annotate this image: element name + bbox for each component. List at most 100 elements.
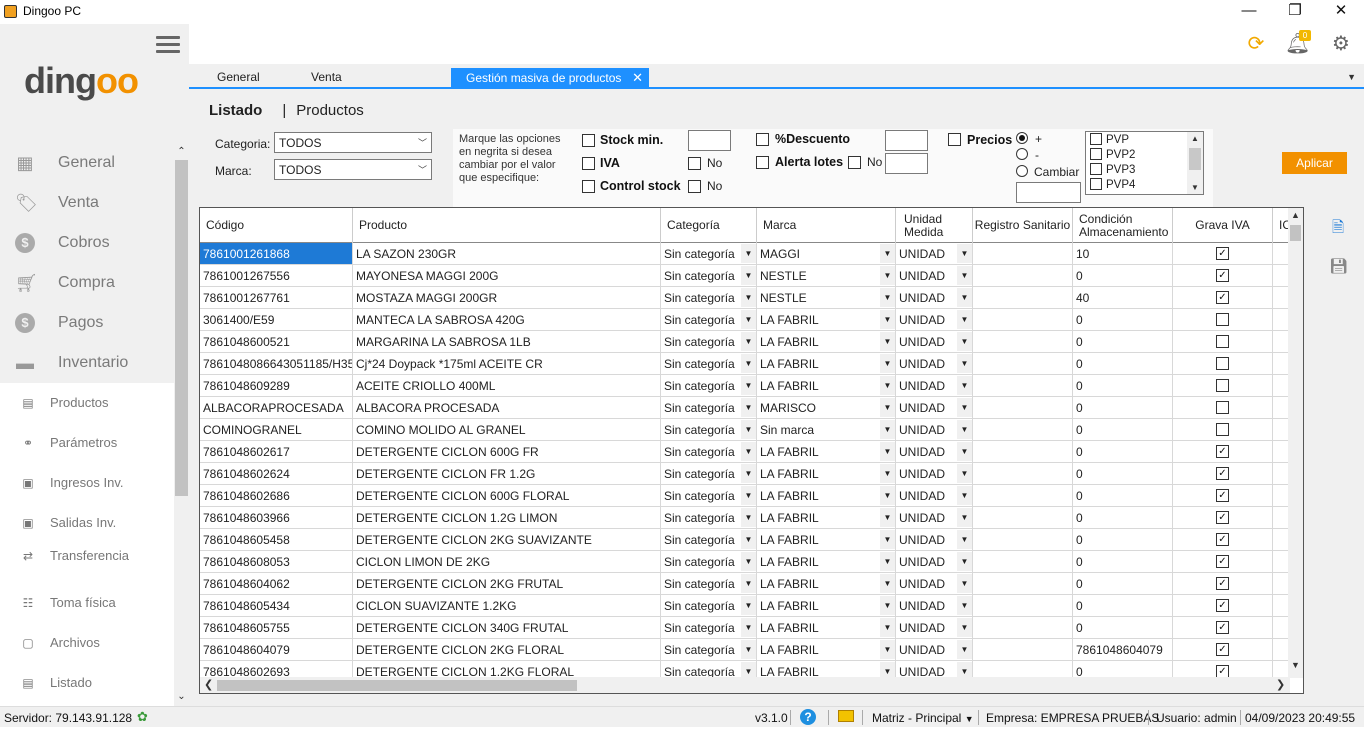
alerta-no-checkbox[interactable] (848, 156, 861, 169)
scroll-up-icon[interactable]: ▲ (1288, 210, 1303, 220)
cell-condicion[interactable]: 7861048604079 (1073, 639, 1173, 661)
cell-condicion[interactable]: 0 (1073, 265, 1173, 287)
cell-condicion[interactable]: 0 (1073, 463, 1173, 485)
cell-condicion[interactable]: 0 (1073, 661, 1173, 677)
save-icon[interactable]: 💾︎ (1329, 258, 1348, 276)
minimize-button[interactable]: — (1226, 0, 1272, 24)
dropdown-arrow-icon[interactable]: ▼ (741, 310, 756, 329)
dropdown-arrow-icon[interactable]: ▼ (957, 662, 972, 677)
dropdown-arrow-icon[interactable]: ▼ (741, 332, 756, 351)
pvp-list-item[interactable]: PVP3 (1090, 163, 1135, 178)
radio-cambiar[interactable] (1016, 165, 1028, 177)
cell-registro[interactable] (973, 309, 1073, 331)
dropdown-arrow-icon[interactable]: ▼ (880, 266, 895, 285)
stock-min-checkbox[interactable] (582, 134, 595, 147)
cell-producto[interactable]: DETERGENTE CICLON 1.2G LIMON (353, 507, 661, 529)
descuento-input[interactable] (885, 130, 928, 151)
dropdown-arrow-icon[interactable]: ▼ (880, 244, 895, 263)
sidebar-subitem-7[interactable]: ▤ Listado (0, 666, 174, 700)
cell-unidad[interactable]: UNIDAD ▼ (896, 529, 973, 551)
cell-registro[interactable] (973, 617, 1073, 639)
cell-marca[interactable]: LA FABRIL ▼ (757, 573, 896, 595)
cell-condicion[interactable]: 0 (1073, 551, 1173, 573)
grava-iva-checkbox[interactable]: ✓ (1216, 643, 1229, 656)
sidebar-item-venta[interactable]: 🏷︎ Venta (0, 183, 174, 223)
cell-categoria[interactable]: Sin categoría ▼ (661, 265, 757, 287)
cell-categoria[interactable]: Sin categoría ▼ (661, 617, 757, 639)
table-row[interactable]: COMINOGRANEL COMINO MOLIDO AL GRANEL Sin c… (200, 419, 1290, 441)
dropdown-arrow-icon[interactable]: ▼ (957, 310, 972, 329)
table-row[interactable]: 7861048086643051185/H35 Cj*24 Doypack *17… (200, 353, 1290, 375)
dropdown-arrow-icon[interactable]: ▼ (880, 442, 895, 461)
cell-producto[interactable]: DETERGENTE CICLON 600G FLORAL (353, 485, 661, 507)
close-button[interactable]: ✕ (1318, 0, 1364, 24)
cell-producto[interactable]: MAYONESA MAGGI 200G (353, 265, 661, 287)
cell-codigo[interactable]: 7861048602693 (200, 661, 353, 677)
cell-codigo[interactable]: ALBACORAPROCESADA (200, 397, 353, 419)
cell-producto[interactable]: ACEITE CRIOLLO 400ML (353, 375, 661, 397)
column-header[interactable]: Condición Almacenamiento (1073, 208, 1173, 243)
dropdown-arrow-icon[interactable]: ▼ (880, 574, 895, 593)
cell-unidad[interactable]: UNIDAD ▼ (896, 507, 973, 529)
scroll-thumb[interactable] (175, 160, 188, 496)
grava-iva-checkbox[interactable] (1216, 423, 1229, 436)
cell-registro[interactable] (973, 419, 1073, 441)
cell-unidad[interactable]: UNIDAD ▼ (896, 485, 973, 507)
cell-categoria[interactable]: Sin categoría ▼ (661, 419, 757, 441)
cell-condicion[interactable]: 0 (1073, 419, 1173, 441)
dropdown-arrow-icon[interactable]: ▼ (880, 398, 895, 417)
cell-categoria[interactable]: Sin categoría ▼ (661, 507, 757, 529)
cell-codigo[interactable]: 7861048605755 (200, 617, 353, 639)
dropdown-arrow-icon[interactable]: ▼ (741, 596, 756, 615)
cell-categoria[interactable]: Sin categoría ▼ (661, 243, 757, 265)
sidebar-item-pagos[interactable]: $ Pagos (0, 303, 174, 343)
dropdown-arrow-icon[interactable]: ▼ (880, 288, 895, 307)
dropdown-arrow-icon[interactable]: ▼ (880, 420, 895, 439)
sidebar-subitem-6[interactable]: ▢ Archivos (0, 626, 174, 660)
scroll-up-icon[interactable]: ⌃ (174, 146, 189, 157)
dropdown-arrow-icon[interactable]: ▼ (741, 552, 756, 571)
grava-iva-checkbox[interactable] (1216, 357, 1229, 370)
cell-marca[interactable]: LA FABRIL ▼ (757, 551, 896, 573)
dropdown-arrow-icon[interactable]: ▼ (741, 420, 756, 439)
table-row[interactable]: ALBACORAPROCESADA ALBACORA PROCESADA Sin c… (200, 397, 1290, 419)
precio-input[interactable] (1016, 182, 1081, 203)
dropdown-arrow-icon[interactable]: ▼ (880, 310, 895, 329)
cell-codigo[interactable]: 7861001267556 (200, 265, 353, 287)
cell-codigo[interactable]: 7861048602617 (200, 441, 353, 463)
grava-iva-checkbox[interactable]: ✓ (1216, 621, 1229, 634)
dropdown-arrow-icon[interactable]: ▼ (957, 244, 972, 263)
cell-marca[interactable]: MARISCO ▼ (757, 397, 896, 419)
cell-producto[interactable]: DETERGENTE CICLON FR 1.2G (353, 463, 661, 485)
dropdown-arrow-icon[interactable]: ▼ (957, 596, 972, 615)
cell-codigo[interactable]: 7861048608053 (200, 551, 353, 573)
grid-horizontal-scrollbar[interactable]: ❮ ❯ (200, 677, 1290, 693)
sidebar-item-cobros[interactable]: $ Cobros (0, 223, 174, 263)
cell-condicion[interactable]: 0 (1073, 331, 1173, 353)
grava-iva-checkbox[interactable]: ✓ (1216, 247, 1229, 260)
cell-producto[interactable]: DETERGENTE CICLON 600G FR (353, 441, 661, 463)
dropdown-arrow-icon[interactable]: ▼ (741, 398, 756, 417)
table-row[interactable]: 7861048603966 DETERGENTE CICLON 1.2G LIMO… (200, 507, 1290, 529)
maximize-button[interactable]: ❐ (1272, 0, 1318, 24)
grava-iva-checkbox[interactable]: ✓ (1216, 445, 1229, 458)
sidebar-subitem-4[interactable]: ⇄ Transferencia (0, 539, 174, 573)
column-header[interactable]: Código (200, 208, 353, 243)
cell-producto[interactable]: DETERGENTE CICLON 2KG FLORAL (353, 639, 661, 661)
dropdown-arrow-icon[interactable]: ▼ (880, 354, 895, 373)
sidebar-item-general[interactable]: ▦ General (0, 143, 174, 183)
new-document-icon[interactable]: 🗎 (1329, 219, 1347, 237)
cell-unidad[interactable]: UNIDAD ▼ (896, 463, 973, 485)
cell-codigo[interactable]: 7861001267761 (200, 287, 353, 309)
table-row[interactable]: 7861001261868 LA SAZON 230GR Sin categoría… (200, 243, 1290, 265)
cell-registro[interactable] (973, 353, 1073, 375)
table-row[interactable]: 7861048602624 DETERGENTE CICLON FR 1.2G Si… (200, 463, 1290, 485)
dropdown-arrow-icon[interactable]: ▼ (741, 508, 756, 527)
grava-iva-checkbox[interactable]: ✓ (1216, 577, 1229, 590)
dropdown-arrow-icon[interactable]: ▼ (741, 486, 756, 505)
dropdown-arrow-icon[interactable]: ▼ (741, 376, 756, 395)
tab-general[interactable]: General (217, 70, 260, 84)
cell-unidad[interactable]: UNIDAD ▼ (896, 441, 973, 463)
scroll-thumb[interactable] (1290, 225, 1301, 241)
cell-unidad[interactable]: UNIDAD ▼ (896, 309, 973, 331)
